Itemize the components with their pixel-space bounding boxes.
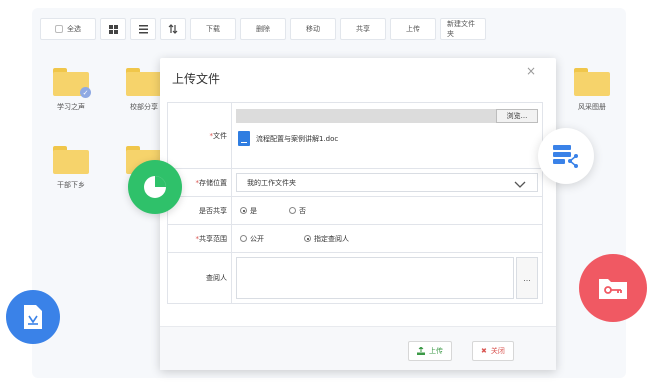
chevron-down-icon: [514, 181, 526, 188]
viewer-label: 查阅人: [168, 253, 232, 303]
location-select[interactable]: 我的工作文件夹: [236, 173, 538, 192]
folder-item[interactable]: 干部下乡: [41, 146, 101, 190]
grid-view-button[interactable]: [100, 18, 126, 40]
folder-icon: [53, 146, 89, 174]
pie-chart-badge: [128, 160, 182, 214]
move-label: 移动: [306, 25, 320, 33]
selected-file: 流程配置与案例讲解1.doc: [238, 131, 338, 146]
scope-specified-radio[interactable]: 指定查阅人: [304, 234, 349, 244]
folder-key-badge: [579, 254, 647, 322]
folder-key-icon: [599, 279, 627, 299]
file-name: 流程配置与案例讲解1.doc: [256, 134, 339, 143]
dialog-footer: 上传 ✖ 关闭: [160, 326, 556, 370]
move-button[interactable]: 移动: [290, 18, 336, 40]
delete-label: 删除: [256, 25, 270, 33]
document-badge: [6, 290, 60, 344]
share-label: 共享: [356, 25, 370, 33]
upload-button[interactable]: 上传: [408, 341, 452, 361]
close-button[interactable]: ✖ 关闭: [472, 341, 514, 361]
location-row: * 存储位置 我的工作文件夹: [168, 169, 542, 197]
download-label: 下载: [206, 25, 220, 33]
shared-yes-radio[interactable]: 是: [240, 206, 257, 216]
dialog-title: 上传文件: [172, 72, 221, 86]
select-all-button[interactable]: 全选: [40, 18, 96, 40]
doc-file-icon: [238, 131, 250, 146]
browse-button[interactable]: 浏览...: [496, 109, 538, 123]
folder-icon: [126, 68, 162, 96]
check-badge-icon: ✓: [80, 87, 91, 98]
sort-button[interactable]: [160, 18, 186, 40]
list-icon: [138, 24, 148, 33]
folder-item[interactable]: 风采图册: [562, 68, 622, 112]
viewer-more-button[interactable]: ...: [516, 257, 538, 299]
sort-icon: [168, 24, 178, 34]
shared-row: 是否共享 是 否: [168, 197, 542, 225]
viewer-input[interactable]: [236, 257, 514, 299]
viewer-row: 查阅人 ...: [168, 253, 542, 303]
server-share-icon: [553, 145, 578, 168]
server-share-badge: [538, 128, 594, 184]
file-label: * 文件: [168, 103, 232, 168]
dialog-close-icon[interactable]: ×: [526, 64, 536, 78]
upload-form: *文件 浏览... 流程配置与案例讲解1.doc *存储位置 我的工作文件夹: [167, 102, 543, 304]
toolbar: 全选 下载 删除 移动 共享 上传 新建文件夹: [40, 18, 486, 40]
close-button-label: 关闭: [490, 347, 505, 355]
new-folder-button[interactable]: 新建文件夹: [440, 18, 486, 40]
upload-icon: [417, 347, 425, 355]
document-check-icon: [24, 305, 42, 329]
file-input[interactable]: 浏览...: [236, 109, 538, 123]
file-row: * 文件 浏览... 流程配置与案例讲解1.doc: [168, 103, 542, 169]
folder-icon: [574, 68, 610, 96]
scope-label: * 共享范围: [168, 225, 232, 252]
x-icon: ✖: [481, 347, 487, 355]
pie-chart-icon: [144, 176, 166, 198]
location-value: 我的工作文件夹: [247, 178, 296, 187]
select-all-checkbox[interactable]: [55, 25, 63, 33]
folder-label: 风采图册: [578, 103, 606, 111]
scope-row: * 共享范围 公开 指定查阅人: [168, 225, 542, 253]
folder-label: 学习之声: [57, 103, 85, 111]
shared-no-radio[interactable]: 否: [289, 206, 306, 216]
scope-public-radio[interactable]: 公开: [240, 234, 264, 244]
upload-button-label: 上传: [429, 347, 443, 355]
upload-toolbar-label: 上传: [406, 25, 420, 33]
folder-label: 干部下乡: [57, 181, 85, 189]
download-button[interactable]: 下载: [190, 18, 236, 40]
folder-icon: ✓: [53, 68, 91, 98]
folder-item[interactable]: ✓ 学习之声: [41, 68, 101, 112]
grid-icon: [108, 24, 118, 34]
new-folder-label: 新建文件夹: [447, 20, 475, 38]
list-view-button[interactable]: [130, 18, 156, 40]
upload-toolbar-button[interactable]: 上传: [390, 18, 436, 40]
upload-dialog: 上传文件 × * 文件 浏览... 流程配置与案例讲解1.doc * 存储位置 我的…: [160, 58, 556, 370]
delete-button[interactable]: 删除: [240, 18, 286, 40]
share-button[interactable]: 共享: [340, 18, 386, 40]
select-all-label: 全选: [67, 25, 81, 33]
